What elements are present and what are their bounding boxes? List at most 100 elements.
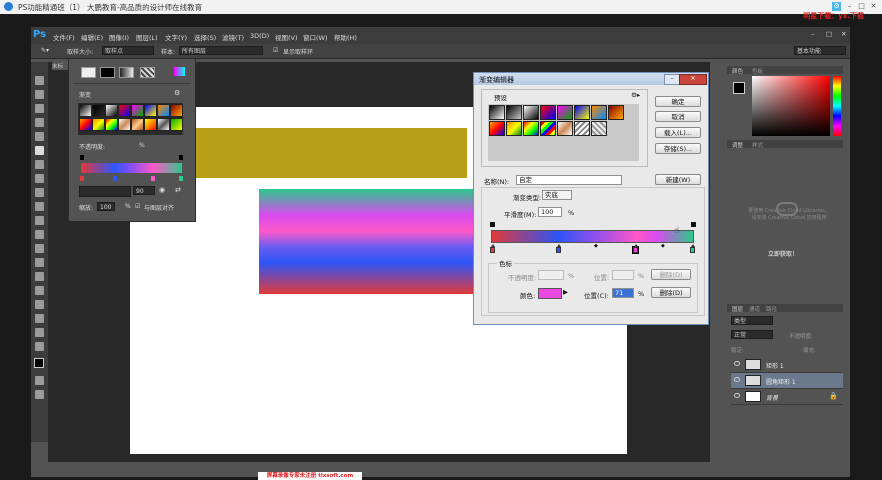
show-ring-checkbox[interactable]: ☑ bbox=[273, 47, 278, 54]
eyedropper-tool-icon[interactable] bbox=[35, 146, 44, 155]
path-select-tool-icon[interactable] bbox=[35, 300, 44, 309]
preset-swatch[interactable] bbox=[557, 121, 573, 136]
gradient-swatch[interactable] bbox=[157, 118, 170, 131]
menu-3d[interactable]: 3D(D) bbox=[250, 32, 269, 40]
ps-close-icon[interactable]: ✕ bbox=[841, 30, 846, 38]
brush-tool-icon[interactable] bbox=[35, 174, 44, 183]
angle-input[interactable]: 90 bbox=[133, 186, 155, 195]
gradient-swatch[interactable] bbox=[79, 104, 92, 117]
tab-layers[interactable]: 图层 bbox=[732, 305, 743, 313]
gradient-swatch[interactable] bbox=[170, 104, 183, 117]
menu-help[interactable]: 帮助(H) bbox=[334, 32, 357, 42]
opacity-stop[interactable] bbox=[80, 155, 84, 160]
ps-minimize-icon[interactable]: – bbox=[811, 30, 814, 38]
foreground-color-swatch[interactable] bbox=[34, 358, 44, 368]
color-stop[interactable] bbox=[151, 176, 155, 181]
lasso-tool-icon[interactable] bbox=[35, 104, 44, 113]
visibility-eye-icon[interactable] bbox=[734, 361, 740, 366]
menu-edit[interactable]: 编辑(E) bbox=[81, 32, 103, 42]
preset-swatch[interactable] bbox=[557, 105, 573, 120]
zoom-tool-icon[interactable] bbox=[35, 342, 44, 351]
shape-tool-icon[interactable] bbox=[35, 314, 44, 323]
preset-swatch[interactable] bbox=[523, 105, 539, 120]
gradient-style-select[interactable] bbox=[79, 186, 131, 197]
align-layer-checkbox[interactable]: ☑ bbox=[135, 203, 140, 210]
menu-image[interactable]: 图像(I) bbox=[109, 32, 129, 42]
gradient-swatch[interactable] bbox=[92, 104, 105, 117]
scale-input[interactable]: 100 bbox=[97, 202, 115, 211]
gradient-rounded-rectangle-shape[interactable] bbox=[259, 189, 475, 294]
tab-color[interactable]: 颜色 bbox=[732, 67, 743, 75]
visibility-eye-icon[interactable] bbox=[734, 377, 740, 382]
opacity-stop[interactable] bbox=[179, 155, 183, 160]
color-stop-red[interactable] bbox=[490, 244, 495, 253]
color-picker-icon[interactable] bbox=[174, 67, 185, 76]
color-stop-pink-selected[interactable] bbox=[632, 244, 639, 254]
save-button[interactable]: 存储(S)... bbox=[655, 143, 701, 154]
screen-mode-icon[interactable] bbox=[35, 390, 44, 399]
dialog-close-icon[interactable]: ✕ bbox=[679, 74, 707, 85]
quick-select-tool-icon[interactable] bbox=[35, 118, 44, 127]
preset-swatch[interactable] bbox=[489, 121, 505, 136]
gradient-swatch[interactable] bbox=[157, 104, 170, 117]
eyedropper-tool-icon[interactable]: ✎▾ bbox=[41, 47, 49, 54]
libraries-get-now-link[interactable]: 立即获取！ bbox=[768, 249, 798, 258]
sample-size-select[interactable]: 取样点 bbox=[102, 46, 154, 55]
gradient-swatch[interactable] bbox=[118, 104, 131, 117]
gradient-swatch[interactable] bbox=[118, 118, 131, 131]
ps-restore-icon[interactable]: □ bbox=[826, 30, 832, 38]
layer-row[interactable]: 矩形 1 bbox=[731, 357, 843, 373]
hue-slider[interactable] bbox=[833, 76, 841, 136]
name-input[interactable]: 自定 bbox=[516, 175, 622, 185]
preset-swatch[interactable] bbox=[574, 105, 590, 120]
preset-swatch[interactable] bbox=[523, 121, 539, 136]
cancel-button[interactable]: 取消 bbox=[655, 111, 701, 122]
ok-button[interactable]: 确定 bbox=[655, 96, 701, 107]
gradient-swatch[interactable] bbox=[79, 118, 92, 131]
tab-adjustments[interactable]: 调整 bbox=[732, 141, 743, 149]
blur-tool-icon[interactable] bbox=[35, 244, 44, 253]
color-stop-green[interactable] bbox=[690, 244, 695, 253]
reverse-icon[interactable]: ⇄ bbox=[175, 186, 181, 194]
presets-gear-icon[interactable]: ⚙▸ bbox=[631, 91, 640, 99]
stamp-tool-icon[interactable] bbox=[35, 188, 44, 197]
preset-swatch[interactable] bbox=[574, 121, 590, 136]
solid-fill-icon[interactable] bbox=[100, 67, 115, 78]
maximize-icon[interactable]: □ bbox=[857, 2, 866, 11]
midpoint-marker[interactable]: ◆ bbox=[661, 243, 665, 249]
tab-swatches[interactable]: 色板 bbox=[752, 67, 763, 75]
preset-swatch[interactable] bbox=[506, 105, 522, 120]
pen-tool-icon[interactable] bbox=[35, 272, 44, 281]
stop-color-swatch[interactable] bbox=[538, 288, 562, 299]
layer-row[interactable]: 背景 🔒 bbox=[731, 389, 843, 405]
gradient-swatch[interactable] bbox=[144, 104, 157, 117]
dodge-tool-icon[interactable] bbox=[35, 258, 44, 267]
stop-color-arrow-icon[interactable]: ▶ bbox=[563, 288, 568, 296]
marquee-tool-icon[interactable] bbox=[35, 90, 44, 99]
healing-tool-icon[interactable] bbox=[35, 160, 44, 169]
color-stop[interactable] bbox=[80, 176, 84, 181]
settings-icon[interactable]: ⚙ bbox=[832, 2, 841, 11]
menu-type[interactable]: 文字(Y) bbox=[165, 32, 187, 42]
gradient-tool-icon[interactable] bbox=[35, 230, 44, 239]
preset-swatch[interactable] bbox=[489, 105, 505, 120]
preset-swatch[interactable] bbox=[591, 105, 607, 120]
move-tool-icon[interactable] bbox=[35, 76, 44, 85]
angle-dial-icon[interactable]: ◉ bbox=[159, 186, 165, 194]
close-icon[interactable]: ✕ bbox=[869, 2, 878, 11]
gradient-swatch[interactable] bbox=[144, 118, 157, 131]
color-stop[interactable] bbox=[179, 176, 183, 181]
new-button[interactable]: 新建(W) bbox=[655, 174, 701, 185]
dialog-minimize-icon[interactable]: – bbox=[664, 74, 680, 85]
preset-swatch[interactable] bbox=[506, 121, 522, 136]
layer-row-selected[interactable]: 圆角矩形 1 bbox=[731, 373, 843, 389]
color-location-input[interactable]: 71 bbox=[612, 288, 634, 298]
panel-menu-gear-icon[interactable]: ⚙ bbox=[174, 89, 180, 97]
tab-paths[interactable]: 路径 bbox=[766, 305, 777, 313]
gold-rectangle-shape[interactable] bbox=[185, 128, 467, 178]
gradient-swatch[interactable] bbox=[131, 118, 144, 131]
color-stop-blue[interactable] bbox=[556, 244, 561, 253]
no-fill-icon[interactable] bbox=[81, 67, 96, 78]
visibility-eye-icon[interactable] bbox=[734, 393, 740, 398]
blend-mode-select[interactable]: 正常 bbox=[731, 330, 773, 339]
